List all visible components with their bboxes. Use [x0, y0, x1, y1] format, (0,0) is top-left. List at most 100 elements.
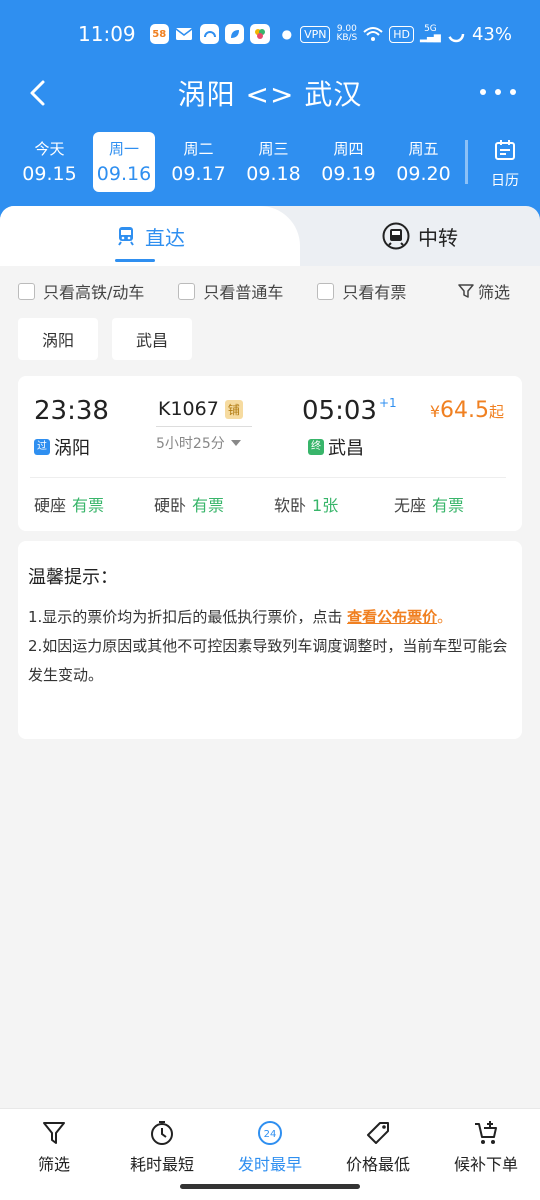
checkbox-label: 只看普通车	[203, 283, 284, 302]
only-high-speed-checkbox[interactable]: 只看高铁/动车	[18, 279, 144, 303]
sort-filter-button[interactable]: 筛选	[0, 1109, 108, 1200]
filter-button[interactable]: 筛选	[458, 279, 510, 303]
seat-no-seat: 无座 有票	[394, 492, 514, 516]
date-item-0915[interactable]: 今天 09.15	[12, 132, 87, 192]
net-speed: 9.00 KB/S	[336, 24, 358, 43]
arrival-station: 终 武昌	[308, 434, 364, 460]
date-item-0918[interactable]: 周三 09.18	[236, 132, 311, 192]
more-button[interactable]	[480, 80, 516, 104]
status-bar: 11:09 58 ● VPN 9.00 KB/S HD 5G ▂▄▆ 43%	[0, 0, 540, 68]
calendar-button[interactable]: 日历	[480, 132, 530, 192]
back-button[interactable]	[22, 76, 56, 110]
more-dot-icon	[480, 89, 486, 95]
date-item-0916-selected[interactable]: 周一 09.16	[93, 132, 155, 192]
tab-transfer-label: 中转	[418, 225, 458, 250]
tab-transfer[interactable]: 中转	[300, 206, 540, 266]
price-tag-icon	[324, 1117, 432, 1149]
page-title: 涡阳 <> 武汉	[177, 78, 363, 111]
home-indicator[interactable]	[180, 1184, 360, 1189]
seat-status: 有票	[72, 496, 105, 515]
filter-label: 筛选	[477, 283, 510, 302]
date-value: 09.18	[246, 163, 301, 185]
departure-station: 过 涡阳	[34, 434, 90, 460]
seat-hard-sleeper: 硬卧 有票	[154, 492, 274, 516]
only-available-checkbox[interactable]: 只看有票	[317, 279, 406, 303]
departure-station-name: 涡阳	[54, 438, 90, 459]
train-icon	[115, 225, 137, 247]
transfer-train-icon	[382, 222, 410, 250]
more-dot-icon	[495, 89, 501, 95]
notice-line-1: 1.显示的票价均为折扣后的最低执行票价，点击 查看公布票价。	[28, 603, 512, 632]
date-value: 09.15	[22, 163, 77, 185]
sort-label: 候补下单	[453, 1155, 518, 1174]
price-value: 64.5	[440, 398, 489, 423]
filter-icon	[0, 1117, 108, 1149]
price-currency: ¥	[429, 402, 440, 421]
train-card[interactable]: 23:38 过 涡阳 K1067 铺 5小时25分 05:03 +1 终 武昌 ¥…	[18, 376, 522, 531]
app-icon	[200, 24, 220, 44]
seat-status: 有票	[192, 496, 225, 515]
seat-type: 软卧	[274, 496, 307, 515]
app-leaf-icon	[225, 24, 245, 44]
departure-time: 23:38	[34, 396, 109, 426]
date-weekday: 今天	[34, 140, 65, 158]
more-dot-icon	[510, 89, 516, 95]
signal-icon: 5G ▂▄▆	[420, 24, 441, 43]
date-weekday: 周一	[108, 140, 139, 158]
hd-icon: HD	[389, 25, 415, 43]
notice-line-2: 2.如因运力原因或其他不可控因素导致列车调度调整时，当前车型可能会发生变动。	[28, 637, 508, 684]
app-58-icon: 58	[149, 24, 169, 44]
date-value: 09.20	[396, 163, 451, 185]
seat-hard-seat: 硬座 有票	[34, 492, 154, 516]
sort-label: 发时最早	[237, 1155, 302, 1174]
waitlist-order-button[interactable]: 候补下单	[432, 1109, 540, 1200]
station-chip-wuchang[interactable]: 武昌	[112, 318, 192, 360]
status-time: 11:09	[78, 22, 136, 46]
arrival-time: 05:03 +1	[302, 396, 397, 426]
only-regular-checkbox[interactable]: 只看普通车	[178, 279, 283, 303]
calendar-divider	[465, 140, 468, 184]
date-item-0919[interactable]: 周四 09.19	[311, 132, 386, 192]
duration[interactable]: 5小时25分	[156, 433, 243, 453]
notice-card: 温馨提示： 1.显示的票价均为折扣后的最低执行票价，点击 查看公布票价。 2.如…	[18, 541, 522, 739]
arrival-time-text: 05:03	[302, 396, 377, 426]
checkbox-box	[178, 282, 196, 300]
calendar-icon	[495, 140, 515, 160]
caret-down-icon	[230, 440, 241, 446]
view-published-fare-link[interactable]: 查看公布票价	[347, 608, 437, 626]
sort-label: 价格最低	[345, 1155, 410, 1174]
seat-type: 硬座	[34, 496, 67, 515]
filter-bar: 只看高铁/动车 只看普通车 只看有票 筛选	[0, 266, 540, 316]
tab-direct[interactable]: 直达	[0, 206, 300, 266]
sleeper-badge: 铺	[224, 399, 243, 419]
price-suffix: 起	[488, 403, 504, 421]
date-item-0917[interactable]: 周二 09.17	[161, 132, 236, 192]
notice-text: 1.显示的票价均为折扣后的最低执行票价，点击	[28, 608, 348, 626]
date-weekday: 周五	[408, 140, 439, 158]
route-line	[156, 426, 252, 427]
notice-period: 。	[437, 608, 453, 626]
vpn-icon: VPN	[300, 25, 331, 43]
date-weekday: 周二	[183, 140, 214, 158]
arrival-station-name: 武昌	[328, 438, 364, 459]
seat-status: 1张	[312, 496, 339, 515]
app-photos-icon	[250, 24, 270, 44]
price: ¥64.5起	[430, 398, 504, 423]
checkbox-label: 只看高铁/动车	[43, 283, 145, 302]
seat-type: 无座	[394, 496, 427, 515]
seat-soft-sleeper: 软卧 1张	[274, 492, 394, 516]
nav-bar: 涡阳 <> 武汉	[0, 68, 540, 118]
checkbox-box	[18, 282, 35, 300]
station-chip-guoyang[interactable]: 涡阳	[18, 318, 98, 360]
tab-direct-label: 直达	[145, 225, 185, 250]
battery-icon	[447, 24, 466, 44]
back-arrow-icon	[30, 80, 45, 106]
dot-icon: ●	[281, 27, 293, 41]
svg-text:24: 24	[264, 1129, 277, 1140]
date-value: 09.19	[321, 163, 376, 185]
calendar-label: 日历	[491, 173, 519, 189]
date-weekday: 周三	[258, 140, 289, 158]
date-item-0920[interactable]: 周五 09.20	[386, 132, 461, 192]
cart-plus-icon	[432, 1117, 540, 1149]
terminal-tag: 终	[308, 439, 324, 455]
